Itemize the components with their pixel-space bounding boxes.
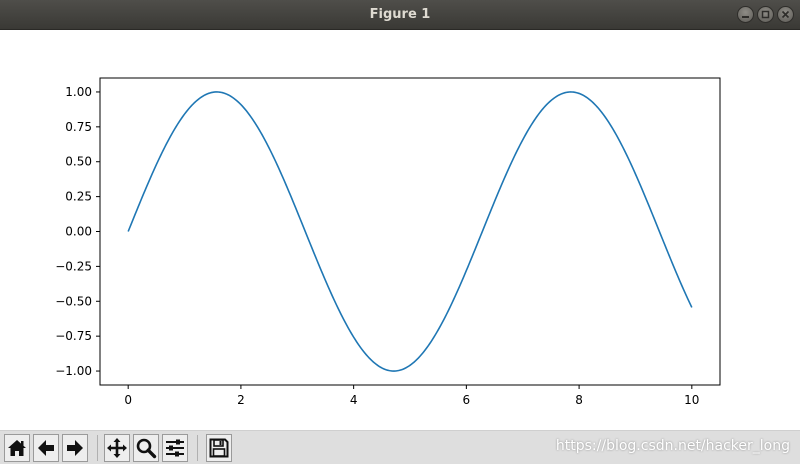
minimize-icon[interactable] <box>737 6 754 23</box>
x-tick-label: 10 <box>684 393 699 407</box>
zoom-button[interactable] <box>133 434 159 462</box>
y-tick-label: 0.00 <box>65 225 92 239</box>
y-tick-label: −0.25 <box>55 259 92 273</box>
back-button[interactable] <box>33 434 59 462</box>
toolbar-separator <box>197 435 198 461</box>
save-button[interactable] <box>206 434 232 462</box>
navigation-toolbar: https://blog.csdn.net/hacker_long <box>0 430 800 464</box>
toolbar-separator <box>97 435 98 461</box>
window-titlebar: Figure 1 <box>0 0 800 30</box>
x-tick-label: 8 <box>575 393 583 407</box>
line-chart: 0 2 4 6 8 10 1.00 0.75 0.50 0.25 0.00 −0.25 −0.50 −0.… <box>55 77 721 407</box>
home-icon <box>8 440 26 456</box>
figure-canvas[interactable]: 0 2 4 6 8 10 1.00 0.75 0.50 0.25 0.00 −0.25 −0.50 −0.… <box>0 31 800 430</box>
maximize-icon[interactable] <box>757 6 774 23</box>
y-tick-label: −1.00 <box>55 364 92 378</box>
home-button[interactable] <box>4 434 30 462</box>
x-tick-label: 0 <box>124 393 132 407</box>
y-tick-label: 0.75 <box>65 120 92 134</box>
y-tick-label: 0.25 <box>65 190 92 204</box>
y-tick-label: −0.50 <box>55 294 92 308</box>
subplots-button[interactable] <box>162 434 188 462</box>
forward-button[interactable] <box>62 434 88 462</box>
pan-button[interactable] <box>104 434 130 462</box>
x-tick-label: 2 <box>237 393 245 407</box>
window-controls <box>737 6 794 24</box>
close-icon[interactable] <box>777 6 794 23</box>
y-tick-label: −0.75 <box>55 329 92 343</box>
y-tick-label: 1.00 <box>65 85 92 99</box>
move-icon <box>107 438 127 458</box>
x-tick-label: 6 <box>463 393 471 407</box>
plot-frame <box>99 77 721 386</box>
window-title: Figure 1 <box>369 7 431 22</box>
arrow-right-icon <box>67 440 83 456</box>
x-tick-label: 4 <box>350 393 358 407</box>
watermark-text: https://blog.csdn.net/hacker_long <box>555 438 790 454</box>
series-line-0 <box>127 91 693 372</box>
magnifier-icon <box>136 438 157 459</box>
arrow-left-icon <box>38 440 54 456</box>
floppy-disk-icon <box>209 438 229 458</box>
y-tick-label: 0.50 <box>65 155 92 169</box>
sliders-icon <box>166 439 184 457</box>
